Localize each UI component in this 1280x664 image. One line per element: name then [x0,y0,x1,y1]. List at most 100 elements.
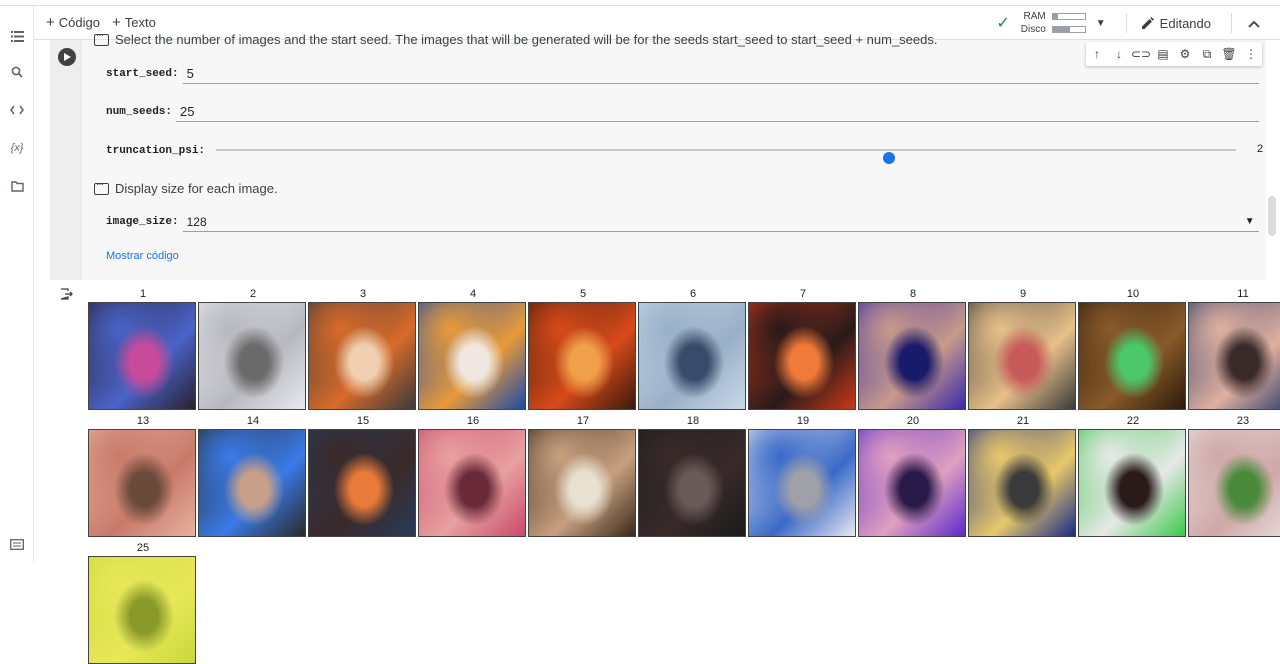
start-seed-row: start_seed: 5 [106,64,1259,84]
trash-icon[interactable]: 🗑 [1218,47,1240,61]
generated-face-image [308,429,416,537]
disk-meter [1051,26,1086,33]
generated-image-8: 8 [858,288,968,410]
generated-face-image [1188,302,1280,410]
code-cell[interactable]: Select the number of images and the star… [50,30,1266,280]
generated-image-11: 11 [1188,288,1280,410]
generated-face-image [968,429,1076,537]
image-seed-label: 7 [799,288,807,300]
num-seeds-input[interactable]: 25 [176,102,1260,122]
generated-face-image [88,429,196,537]
generated-image-1: 1 [88,288,198,410]
generated-face-image [748,429,856,537]
image-seed-label: 11 [1237,288,1249,300]
image-size-label: image_size: [106,216,179,228]
generated-face-image [528,302,636,410]
truncation-psi-value: 2 [1257,143,1264,155]
generated-face-image [88,556,196,664]
generated-image-16: 16 [418,415,528,537]
divider [1231,13,1232,33]
pencil-icon [1141,16,1154,29]
image-seed-label: 8 [909,288,917,300]
generated-image-10: 10 [1078,288,1188,410]
generated-image-18: 18 [638,415,748,537]
generated-image-15: 15 [308,415,418,537]
generated-image-14: 14 [198,415,308,537]
image-seed-label: 20 [906,415,920,427]
image-seed-label: 9 [1019,288,1027,300]
generated-face-image [968,302,1076,410]
ram-label: RAM [1023,11,1046,22]
folder-icon[interactable] [7,176,27,196]
cell-toolbar: ↑ ↓ ⊂⊃ ▤ ⚙ ⧉ 🗑 ⋮ [1086,42,1262,66]
image-seed-label: 25 [136,542,150,554]
play-icon [64,53,71,61]
editing-mode-button[interactable]: Editando [1141,16,1211,31]
image-seed-label: 21 [1016,415,1030,427]
code-snippets-icon[interactable] [7,100,27,120]
generated-face-image [1188,429,1280,537]
add-code-button[interactable]: + Código [46,14,100,31]
image-seed-label: 23 [1236,415,1250,427]
gear-icon[interactable]: ⚙ [1174,47,1196,61]
resource-meter[interactable]: ✓ RAM Disco [996,11,1086,35]
generated-face-image [638,302,746,410]
move-down-icon[interactable]: ↓ [1108,47,1130,61]
connected-check-icon: ✓ [996,15,1010,32]
generated-image-4: 4 [418,288,528,410]
generated-face-image [198,429,306,537]
output-menu-icon[interactable] [60,288,73,303]
truncation-psi-label: truncation_psi: [106,145,206,157]
generated-face-image [418,302,526,410]
mirror-cell-icon[interactable]: ⧉ [1196,47,1218,62]
image-seed-label: 16 [466,415,480,427]
generated-face-image [748,302,856,410]
generated-image-23: 23 [1188,415,1280,537]
plus-icon: + [46,14,55,31]
num-seeds-row: num_seeds: 25 [106,102,1260,122]
generated-face-image [528,429,636,537]
slider-thumb[interactable] [883,152,896,164]
num-seeds-label: num_seeds: [106,106,173,118]
toc-icon[interactable] [7,26,27,46]
image-size-select[interactable]: 128 ▼ [182,212,1259,232]
generated-face-image [858,429,966,537]
start-seed-input[interactable]: 5 [182,64,1259,84]
ram-meter [1051,13,1086,20]
more-vert-icon[interactable]: ⋮ [1240,47,1262,61]
image-seed-label: 22 [1126,415,1140,427]
link-icon[interactable]: ⊂⊃ [1130,47,1152,61]
comment-icon[interactable]: ▤ [1152,47,1174,61]
add-text-button[interactable]: + Texto [112,14,156,31]
truncation-psi-row: truncation_psi: 2 [106,141,1266,164]
search-icon[interactable] [7,62,27,82]
generated-face-image [1078,302,1186,410]
image-seed-label: 18 [686,415,700,427]
chevron-down-icon[interactable]: ▼ [1096,18,1106,29]
generated-image-2: 2 [198,288,308,410]
scrollbar[interactable] [1268,196,1276,236]
generated-image-7: 7 [748,288,858,410]
cell-form: Select the number of images and the star… [82,30,1266,280]
generated-image-6: 6 [638,288,748,410]
generated-image-3: 3 [308,288,418,410]
chevron-up-icon[interactable] [1248,15,1260,31]
truncation-psi-slider[interactable] [216,149,1236,164]
generated-face-image [88,302,196,410]
image-seed-label: 3 [359,288,367,300]
move-up-icon[interactable]: ↑ [1086,47,1108,61]
comment-icon [94,179,109,195]
generated-image-22: 22 [1078,415,1188,537]
form-description: Select the number of images and the star… [94,30,938,47]
plus-icon: + [111,14,121,31]
command-palette-icon[interactable] [7,534,27,554]
variables-icon[interactable]: {x} [7,138,27,158]
run-cell-button[interactable] [58,48,76,66]
show-code-link[interactable]: Mostrar código [106,250,179,262]
cell-output: 1 2 3 4 5 6 7 8 9 10 11 13 14 15 16 17 18 19 20 21 22 23 25 [50,280,1280,664]
image-seed-label: 10 [1126,288,1140,300]
image-seed-label: 6 [689,288,697,300]
generated-image-19: 19 [748,415,858,537]
start-seed-label: start_seed: [106,68,179,80]
generated-face-image [198,302,306,410]
